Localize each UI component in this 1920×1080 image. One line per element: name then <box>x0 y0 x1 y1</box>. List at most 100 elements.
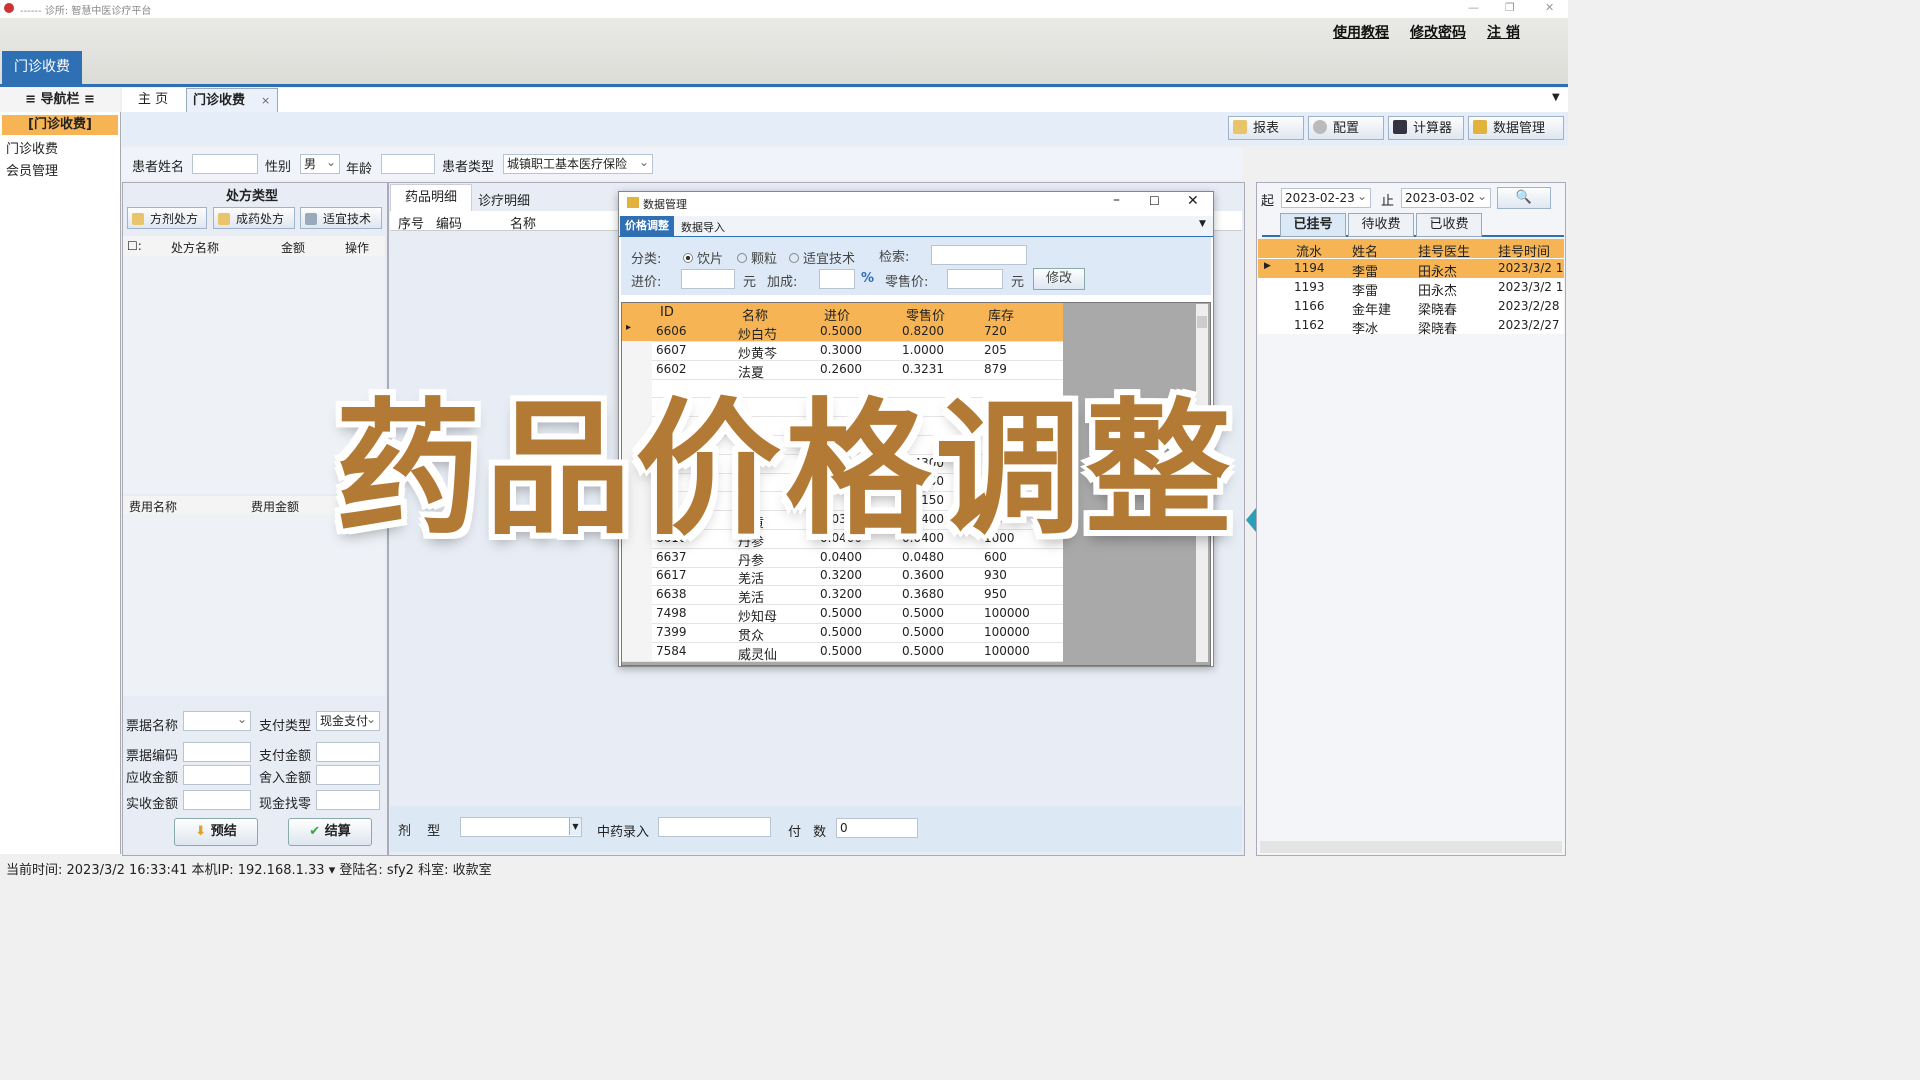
collapse-arrow-icon[interactable] <box>1246 508 1256 532</box>
dialog-minimize-icon[interactable]: – <box>1113 192 1120 208</box>
retail-input[interactable] <box>947 269 1003 289</box>
change-password-link[interactable]: 修改密码 <box>1410 22 1466 42</box>
table-row[interactable]: 7584 威灵仙 0.5000 0.5000 100000 <box>622 641 1063 662</box>
change-label: 现金找零 <box>259 797 312 812</box>
tab-home[interactable]: 主 页 <box>138 88 168 112</box>
nav-selected-group[interactable]: [门诊收费] <box>2 115 118 135</box>
cell-stock: 100000 <box>984 624 1030 639</box>
age-input[interactable] <box>381 154 435 174</box>
table-row[interactable]: 1193 李雷 田永杰 2023/3/2 1 <box>1258 278 1564 299</box>
logout-link[interactable]: 注 销 <box>1487 22 1520 42</box>
table-row[interactable]: 7498 炒知母 0.5000 0.5000 100000 <box>622 604 1063 625</box>
select-all-checkbox[interactable]: ☐: <box>127 239 142 253</box>
pay-type-select[interactable]: 现金支付 <box>316 711 380 731</box>
dialog-tabs-dropdown-icon[interactable]: ▼ <box>1199 219 1206 229</box>
tab-dropdown-icon[interactable]: ▼ <box>1552 92 1560 103</box>
minimize-icon[interactable]: — <box>1468 1 1479 14</box>
count-stepper[interactable]: 0 <box>836 818 918 838</box>
formula-prescription-button[interactable]: 方剂处方 <box>127 207 207 229</box>
table-row[interactable]: 1166 金年建 梁晓春 2023/2/28 <box>1258 297 1564 318</box>
tab-label: 门诊收费 <box>193 93 246 108</box>
tab-registered[interactable]: 已挂号 <box>1280 213 1346 237</box>
nav-header[interactable]: ≡ 导航栏 ≡ <box>0 88 120 113</box>
table-row[interactable]: ▸ 6606 炒白芍 0.5000 0.8200 720 <box>622 322 1063 343</box>
gender-select[interactable]: 男 <box>300 153 340 174</box>
nav-item-outpatient-billing[interactable]: 门诊收费 <box>6 138 58 157</box>
tab-data-import[interactable]: 数据导入 <box>681 219 725 235</box>
config-button[interactable]: 配置 <box>1308 116 1384 140</box>
row-header[interactable] <box>622 585 652 605</box>
patient-name-input[interactable] <box>192 154 258 174</box>
cell-stock: 720 <box>984 324 1007 338</box>
tab-drug-detail[interactable]: 药品明细 <box>390 184 472 211</box>
received-input[interactable] <box>183 790 251 810</box>
search-input[interactable] <box>931 245 1027 265</box>
data-management-button[interactable]: 数据管理 <box>1468 116 1564 140</box>
dropdown-arrow-icon[interactable]: ▼ <box>569 818 581 835</box>
patient-type-select[interactable]: 城镇职工基本医疗保险 <box>503 153 653 174</box>
row-header[interactable] <box>622 641 652 661</box>
ticket-name-select[interactable] <box>183 710 251 731</box>
table-row[interactable]: 6638 羌活 0.3200 0.3680 950 <box>622 585 1063 606</box>
calculator-button[interactable]: 计算器 <box>1388 116 1464 140</box>
from-date[interactable]: 2023-02-23 <box>1281 187 1371 208</box>
patent-medicine-button[interactable]: 成药处方 <box>213 207 295 229</box>
row-header[interactable]: ▸ <box>622 322 652 341</box>
category-granule-radio[interactable]: 颗粒 <box>737 248 777 267</box>
tutorial-link[interactable]: 使用教程 <box>1333 22 1389 42</box>
col-id: ID <box>660 305 674 320</box>
table-row[interactable]: 1162 李冰 梁晓春 2023/2/27 <box>1258 316 1564 337</box>
tab-paid[interactable]: 已收费 <box>1416 213 1482 237</box>
horizontal-scrollbar[interactable] <box>1260 841 1562 853</box>
receivable-input[interactable] <box>183 765 251 785</box>
to-label: 止 <box>1381 194 1395 209</box>
category-technique-radio[interactable]: 适宜技术 <box>789 248 855 267</box>
main-tab-outpatient-billing[interactable]: 门诊收费 <box>2 51 82 84</box>
data-management-label: 数据管理 <box>1493 121 1546 136</box>
tab-outpatient-billing[interactable]: 门诊收费 × <box>186 88 278 112</box>
cost-input[interactable] <box>681 269 735 289</box>
name-cell: 李冰 <box>1352 322 1379 337</box>
scrollbar-thumb[interactable] <box>1197 316 1207 328</box>
cost-label: 进价: <box>631 275 662 290</box>
tab-pending-payment[interactable]: 待收费 <box>1348 213 1414 237</box>
roundoff-input[interactable] <box>316 765 380 785</box>
restore-icon[interactable]: ❐ <box>1505 1 1515 14</box>
dialog-close-icon[interactable]: ✕ <box>1187 193 1199 209</box>
tab-treatment-detail[interactable]: 诊疗明细 <box>478 190 530 209</box>
row-header[interactable] <box>622 622 652 642</box>
report-button[interactable]: 报表 <box>1228 116 1304 140</box>
serial-cell: 1166 <box>1294 299 1325 313</box>
col-fee-amount: 费用金额 <box>251 500 300 514</box>
herb-input[interactable] <box>658 817 771 837</box>
window-title: ------ 诊所: 智慧中医诊疗平台 <box>20 6 152 17</box>
cell-id: 6638 <box>656 587 687 602</box>
dosage-select[interactable] <box>460 817 582 837</box>
pre-settle-button[interactable]: ⬇ 预结 <box>174 818 258 846</box>
pay-amount-input[interactable] <box>316 742 380 762</box>
status-bar: 当前时间: 2023/3/2 16:33:41 本机IP: 192.168.1.… <box>0 860 1568 882</box>
settle-button[interactable]: ✔ 结算 <box>288 818 372 846</box>
modify-button[interactable]: 修改 <box>1033 268 1085 290</box>
row-header[interactable] <box>622 566 652 586</box>
markup-input[interactable] <box>819 269 855 289</box>
category-herbal-radio[interactable]: 饮片 <box>683 248 723 267</box>
cell-stock: 930 <box>984 568 1007 583</box>
table-row[interactable]: 6617 羌活 0.3200 0.3600 930 <box>622 566 1063 587</box>
tab-close-icon[interactable]: × <box>261 89 270 113</box>
table-row[interactable]: 7399 贯众 0.5000 0.5000 100000 <box>622 622 1063 644</box>
ticket-name-label: 票据名称 <box>126 719 179 734</box>
nav-item-member-management[interactable]: 会员管理 <box>6 160 58 179</box>
tab-price-adjust[interactable]: 价格调整 <box>620 216 674 236</box>
patent-medicine-label: 成药处方 <box>236 212 285 226</box>
suitable-technique-button[interactable]: 适宜技术 <box>300 207 382 229</box>
row-header[interactable] <box>622 604 652 623</box>
close-icon[interactable]: ✕ <box>1545 1 1554 14</box>
change-input[interactable] <box>316 790 380 810</box>
search-button[interactable]: 🔍 <box>1497 187 1551 209</box>
ticket-code-input[interactable] <box>183 742 251 762</box>
table-row[interactable]: ▶ 1194 李雷 田永杰 2023/3/2 1 <box>1258 259 1564 280</box>
to-date[interactable]: 2023-03-02 <box>1401 187 1491 208</box>
cell-cost: 0.5000 <box>820 624 862 639</box>
dialog-maximize-icon[interactable]: ☐ <box>1149 194 1160 208</box>
